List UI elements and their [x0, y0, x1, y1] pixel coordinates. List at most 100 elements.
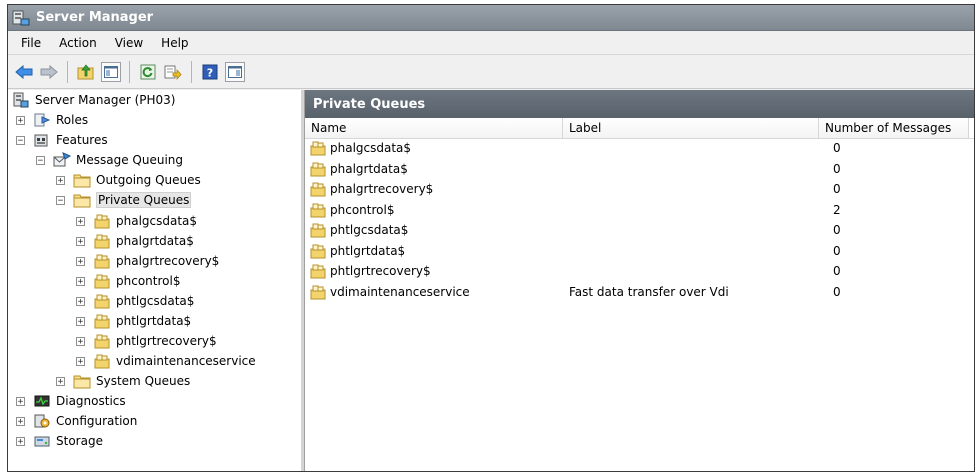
expand-icon[interactable]: + — [76, 256, 85, 266]
name-cell: phtlgrtrecovery$ — [305, 263, 563, 279]
queue-name: phtlgrtrecovery$ — [330, 264, 431, 279]
show-hide-action-pane-icon[interactable] — [225, 61, 245, 82]
queue-name: phtlgrtdata$ — [330, 243, 406, 258]
tree-label: Private Queues — [96, 192, 192, 208]
collapse-icon[interactable]: − — [16, 135, 25, 145]
column-headers: Name Label Number of Messages — [305, 118, 974, 139]
expand-icon[interactable]: + — [76, 356, 85, 366]
tree-label: System Queues — [96, 374, 191, 388]
window-title: Server Manager — [36, 10, 154, 25]
expand-icon[interactable]: + — [76, 296, 85, 306]
list-item[interactable]: phalgrtdata$ 0 — [305, 159, 974, 180]
expand-icon[interactable]: + — [16, 115, 25, 125]
queue-name: phalgrtrecovery$ — [330, 182, 434, 197]
help-icon[interactable]: ? — [200, 62, 220, 82]
expand-icon[interactable]: + — [76, 316, 85, 326]
message-queuing-icon — [53, 152, 71, 168]
refresh-icon[interactable] — [138, 62, 158, 82]
message-count: 0 — [833, 161, 841, 176]
show-hide-tree-icon[interactable] — [101, 61, 121, 82]
tree-item-queue[interactable]: + vdimaintenanceservice — [76, 351, 256, 371]
queue-list: phalgcsdata$ 0 phalgrtdata$ 0 phalgrtrec… — [305, 138, 974, 302]
expand-icon[interactable]: + — [76, 336, 85, 346]
queue-icon — [309, 284, 327, 300]
list-item[interactable]: phcontrol$ 2 — [305, 200, 974, 221]
server-icon — [12, 92, 30, 108]
collapse-icon[interactable]: − — [56, 195, 65, 205]
list-item[interactable]: phtlgcsdata$ 0 — [305, 220, 974, 241]
list-item[interactable]: vdimaintenanceservice Fast data transfer… — [305, 282, 974, 303]
column-header-label[interactable]: Label — [563, 118, 819, 138]
tree-item-private-queues[interactable]: − Private Queues — [56, 190, 192, 210]
menu-action[interactable]: Action — [50, 36, 106, 50]
tree-label: vdimaintenanceservice — [116, 354, 256, 368]
tree-item-queue[interactable]: + phcontrol$ — [76, 271, 180, 291]
list-item[interactable]: phtlgrtdata$ 0 — [305, 241, 974, 262]
storage-icon — [33, 433, 51, 449]
queue-icon — [93, 253, 111, 269]
list-item[interactable]: phalgrtrecovery$ 0 — [305, 179, 974, 200]
list-item[interactable]: phalgcsdata$ 0 — [305, 138, 974, 159]
svg-text:?: ? — [207, 66, 213, 79]
folder-icon — [73, 172, 91, 188]
tree-item-outgoing-queues[interactable]: + Outgoing Queues — [56, 170, 201, 190]
title-bar: Server Manager — [8, 5, 974, 31]
tree-item-message-queuing[interactable]: − Message Queuing — [36, 150, 183, 170]
name-cell: phalgcsdata$ — [305, 140, 563, 156]
tree-item-features[interactable]: − Features — [16, 130, 108, 150]
expand-icon[interactable]: + — [16, 436, 25, 446]
tree-label: phcontrol$ — [116, 274, 181, 288]
message-count: 0 — [833, 264, 841, 279]
queue-icon — [93, 293, 111, 309]
queue-icon — [309, 140, 327, 156]
menu-bar: File Action View Help — [8, 31, 974, 55]
up-folder-icon[interactable] — [76, 62, 96, 82]
tree-item-queue[interactable]: + phalgcsdata$ — [76, 211, 197, 231]
tree-item-roles[interactable]: + Roles — [16, 110, 88, 130]
queue-icon — [93, 233, 111, 249]
tree-item-queue[interactable]: + phtlgrtdata$ — [76, 311, 191, 331]
expand-icon[interactable]: + — [56, 175, 65, 185]
menu-view[interactable]: View — [106, 36, 152, 50]
forward-arrow-icon[interactable] — [39, 62, 59, 82]
expand-icon[interactable]: + — [76, 276, 85, 286]
back-arrow-icon[interactable] — [14, 62, 34, 82]
toolbar-separator — [191, 60, 192, 83]
tree-item-system-queues[interactable]: + System Queues — [56, 371, 190, 391]
tree-label: Storage — [56, 434, 103, 448]
column-header-count[interactable]: Number of Messages — [819, 118, 969, 138]
tree-item-queue[interactable]: + phtlgrtrecovery$ — [76, 331, 217, 351]
tree-item-storage[interactable]: + Storage — [16, 431, 103, 451]
expand-icon[interactable]: + — [76, 236, 85, 246]
tree-item-queue[interactable]: + phalgrtrecovery$ — [76, 251, 219, 271]
name-cell: vdimaintenanceservice — [305, 284, 563, 300]
tree-item-queue[interactable]: + phalgrtdata$ — [76, 231, 194, 251]
server-manager-window: Server Manager File Action View Help ? S… — [7, 4, 975, 472]
message-count: 0 — [833, 182, 841, 197]
tree-item-diagnostics[interactable]: + Diagnostics — [16, 391, 126, 411]
tree-item-root[interactable]: Server Manager (PH03) — [12, 90, 175, 110]
queue-icon — [93, 313, 111, 329]
expand-icon[interactable]: + — [16, 396, 25, 406]
configuration-icon — [33, 413, 51, 429]
menu-help[interactable]: Help — [152, 36, 197, 50]
server-manager-icon — [12, 10, 30, 26]
tree-label: phalgrtrecovery$ — [116, 254, 220, 268]
tree-item-configuration[interactable]: + Configuration — [16, 411, 137, 431]
export-list-icon[interactable] — [163, 62, 183, 82]
menu-file[interactable]: File — [12, 36, 50, 50]
queue-icon — [309, 161, 327, 177]
tree-label: phtlgcsdata$ — [116, 294, 195, 308]
expand-icon[interactable]: + — [16, 416, 25, 426]
column-header-name[interactable]: Name — [305, 118, 563, 138]
list-item[interactable]: phtlgrtrecovery$ 0 — [305, 261, 974, 282]
tree-item-queue[interactable]: + phtlgcsdata$ — [76, 291, 194, 311]
queue-icon — [93, 353, 111, 369]
folder-icon — [73, 192, 91, 208]
roles-icon — [33, 112, 51, 128]
expand-icon[interactable]: + — [76, 216, 85, 226]
queue-icon — [309, 263, 327, 279]
expand-icon[interactable]: + — [56, 376, 65, 386]
message-count: 0 — [833, 243, 841, 258]
collapse-icon[interactable]: − — [36, 155, 45, 165]
